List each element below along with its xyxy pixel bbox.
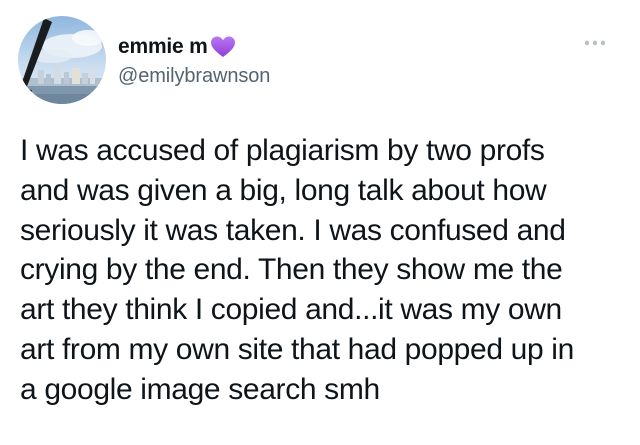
more-options-icon[interactable] (582, 36, 608, 50)
avatar-image (18, 16, 106, 104)
avatar[interactable] (18, 16, 106, 104)
tweet-card: emmie m @emilybrawnson I was accused of … (0, 0, 640, 445)
author-handle[interactable]: @emilybrawnson (118, 65, 270, 88)
tweet-text: I was accused of plagiarism by two profs… (20, 134, 574, 406)
purple-heart-icon (210, 35, 236, 59)
display-name[interactable]: emmie m (118, 35, 208, 59)
author-name-row: emmie m (118, 34, 236, 60)
